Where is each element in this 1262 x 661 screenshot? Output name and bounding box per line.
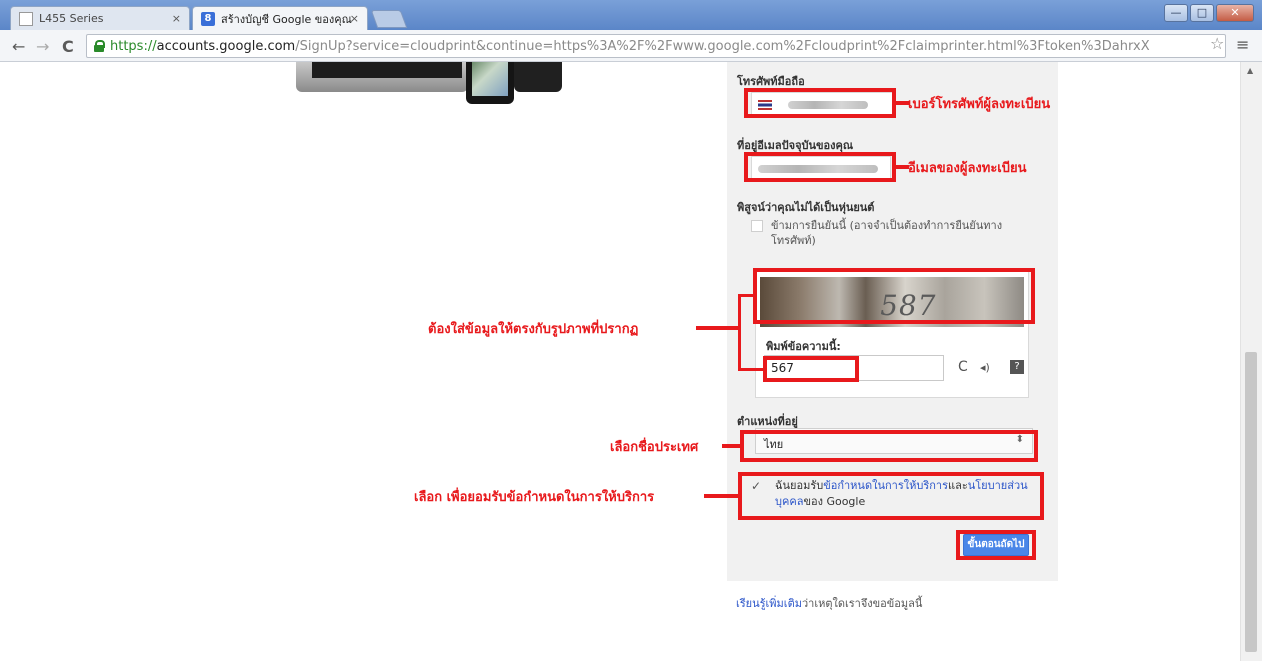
google-favicon-icon: 8 <box>201 11 215 26</box>
close-icon: ✕ <box>1230 6 1240 19</box>
learn-more-text: เรียนรู้เพิ่มเติมว่าเหตุใดเราจึงขอข้อมูล… <box>736 597 923 610</box>
captcha-prompt: พิมพ์ข้อความนี้: <box>766 340 841 353</box>
chrome-menu-icon[interactable]: ≡ <box>1236 35 1249 54</box>
phone-image <box>514 62 562 92</box>
annotation-line <box>704 494 740 498</box>
new-tab-button[interactable] <box>370 10 408 28</box>
browser-titlebar: L455 Series × 8 สร้างบัญชี Google ของคุณ… <box>0 0 1262 30</box>
learn-more-link[interactable]: เรียนรู้เพิ่มเติม <box>736 597 802 610</box>
annotation-box-tos <box>738 472 1044 520</box>
scrollbar-thumb[interactable] <box>1245 352 1257 652</box>
browser-toolbar: ← → C https://accounts.google.com/SignUp… <box>0 30 1262 62</box>
annotation-line <box>696 326 740 330</box>
annotation-tos: เลือก เพื่อยอมรับข้อกำหนดในการให้บริการ <box>414 490 655 505</box>
annotation-line <box>722 444 742 448</box>
skip-verification-checkbox[interactable] <box>751 220 763 232</box>
url-text: https://accounts.google.com/SignUp?servi… <box>110 38 1150 54</box>
tab-close-icon[interactable]: × <box>350 12 359 25</box>
close-window-button[interactable]: ✕ <box>1216 4 1254 22</box>
page-content: โทรศัพท์มือถือ ที่อยู่อีเมลปัจจุบันของคุ… <box>0 62 1262 661</box>
annotation-line <box>738 294 741 370</box>
annotation-country: เลือกชื่อประเทศ <box>610 440 699 455</box>
annotation-box-phone <box>744 88 896 118</box>
annotation-captcha: ต้องใส่ข้อมูลให้ตรงกับรูปภาพที่ปรากฏ <box>428 322 639 337</box>
annotation-box-captcha-image <box>753 268 1035 324</box>
maximize-button[interactable]: □ <box>1190 4 1214 22</box>
forward-icon[interactable]: → <box>36 37 49 56</box>
annotation-line <box>738 368 764 371</box>
laptop-screen <box>312 62 462 78</box>
annotation-phone: เบอร์โทรศัพท์ผู้ลงทะเบียน <box>908 97 1051 112</box>
audio-icon[interactable]: ◂) <box>980 361 990 374</box>
maximize-icon: □ <box>1196 6 1208 19</box>
vertical-scrollbar[interactable]: ▲ <box>1240 62 1262 661</box>
lock-icon <box>93 40 105 52</box>
map-screen <box>472 62 508 96</box>
annotation-box-email <box>744 152 896 182</box>
address-bar[interactable]: https://accounts.google.com/SignUp?servi… <box>86 34 1226 58</box>
annotation-box-next <box>956 530 1036 560</box>
robot-label: พิสูจน์ว่าคุณไม่ได้เป็นหุ่นยนต์ <box>737 201 875 214</box>
skip-verification-text: ข้ามการยืนยันนี้ (อาจจำเป็นต้องทำการยืนย… <box>771 219 1003 247</box>
tab-l455-series[interactable]: L455 Series × <box>10 6 190 30</box>
annotation-line <box>895 101 909 105</box>
minimize-button[interactable]: — <box>1164 4 1188 22</box>
tab-close-icon[interactable]: × <box>172 12 181 25</box>
scroll-up-icon[interactable]: ▲ <box>1247 66 1253 75</box>
tab-google-signup[interactable]: 8 สร้างบัญชี Google ของคุณ × <box>192 6 368 30</box>
page-icon <box>19 11 33 26</box>
help-icon[interactable]: ? <box>1010 360 1024 374</box>
bookmark-star-icon[interactable]: ☆ <box>1210 34 1224 53</box>
annotation-box-country <box>740 430 1038 462</box>
reload-icon[interactable]: C <box>62 37 74 56</box>
tab-label: สร้างบัญชี Google ของคุณ <box>221 12 352 26</box>
minimize-icon: — <box>1170 6 1182 19</box>
back-icon[interactable]: ← <box>12 37 25 56</box>
tab-label: L455 Series <box>39 12 104 25</box>
annotation-box-captcha-input <box>763 356 859 382</box>
annotation-email: อีเมลของผู้ลงทะเบียน <box>908 161 1027 176</box>
annotation-line <box>895 165 909 169</box>
refresh-icon[interactable]: C <box>958 359 968 375</box>
